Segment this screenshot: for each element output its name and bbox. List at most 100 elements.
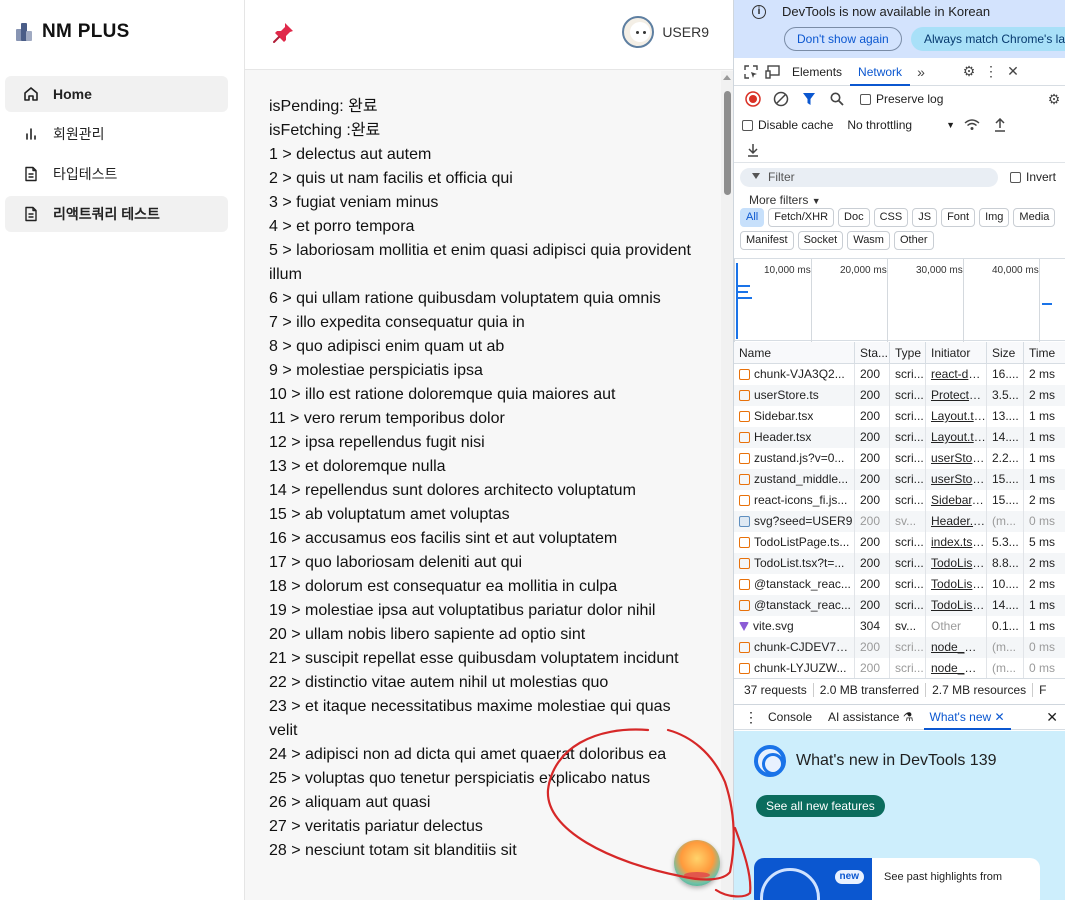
table-row[interactable]: svg?seed=USER9200sv...Header.tsx...(m...… xyxy=(734,511,1065,532)
drawer-close-icon[interactable]: ✕ xyxy=(1046,709,1058,726)
always-match-language-button[interactable]: Always match Chrome's language xyxy=(911,27,1065,51)
gear-icon[interactable]: ⚙ xyxy=(958,61,980,83)
cell-initiator[interactable]: userStore.t... xyxy=(926,448,987,469)
table-row[interactable]: Header.tsx 200scri...Layout.tsx:...14....… xyxy=(734,427,1065,448)
cell-initiator[interactable]: Layout.tsx:... xyxy=(926,406,987,427)
cell-initiator[interactable]: Header.tsx... xyxy=(926,511,987,532)
filter-chip-js[interactable]: JS xyxy=(912,208,938,227)
network-settings-gear-icon[interactable]: ⚙ xyxy=(1043,88,1065,110)
brand[interactable]: NM PLUS xyxy=(0,0,244,64)
invert-checkbox[interactable]: Invert xyxy=(1010,170,1056,184)
cell-name[interactable]: zustand.js?v=0... xyxy=(734,448,855,469)
export-har-download-icon[interactable] xyxy=(742,139,764,161)
table-row[interactable]: react-icons_fi.js... 200 scri... Sidebar.ts… xyxy=(734,490,1065,511)
filter-chip-doc[interactable]: Doc xyxy=(838,208,870,227)
table-row[interactable]: zustand.js?v=0... 200scri...userStore.t..… xyxy=(734,448,1065,469)
cell-name[interactable]: @tanstack_reac... xyxy=(734,595,855,616)
user-menu[interactable]: USER9 xyxy=(622,16,709,48)
column-header-type[interactable]: Type xyxy=(890,342,926,363)
filter-input[interactable]: Filter xyxy=(740,168,998,187)
disable-cache-checkbox[interactable]: Disable cache xyxy=(742,118,833,132)
cell-initiator[interactable]: index.tsx:1... xyxy=(926,532,987,553)
cell-name[interactable]: TodoList.tsx?t=... xyxy=(734,553,855,574)
close-tab-icon[interactable]: ✕ xyxy=(995,710,1005,724)
cell-initiator[interactable]: node_mod... xyxy=(926,637,987,658)
filter-chip-wasm[interactable]: Wasm xyxy=(847,231,890,250)
sidebar-item-react-query-test[interactable]: 리액트쿼리 테스트 xyxy=(5,196,228,232)
column-header-initiator[interactable]: Initiator xyxy=(926,342,987,363)
cell-name[interactable]: react-icons_fi.js... xyxy=(734,490,855,511)
main-scrollbar[interactable] xyxy=(721,71,733,900)
checkbox-box[interactable] xyxy=(742,119,753,131)
cell-initiator[interactable]: react-dom... xyxy=(926,364,987,385)
checkbox-box[interactable] xyxy=(860,93,871,105)
cell-initiator[interactable]: userStore.t... xyxy=(926,469,987,490)
inspect-element-icon[interactable] xyxy=(740,61,762,83)
scroll-up-arrow-icon[interactable] xyxy=(723,75,731,80)
cell-initiator[interactable]: Layout.tsx:... xyxy=(926,427,987,448)
drawer-menu-icon[interactable]: ⋮ xyxy=(744,709,758,726)
filter-chip-other[interactable]: Other xyxy=(893,231,934,250)
cell-name[interactable]: svg?seed=USER9 xyxy=(734,511,855,532)
tab-elements[interactable]: Elements xyxy=(784,58,850,86)
checkbox-box[interactable] xyxy=(1010,171,1021,183)
table-row[interactable]: Sidebar.tsx 200scri...Layout.tsx:...13...… xyxy=(734,406,1065,427)
cell-name[interactable]: userStore.ts xyxy=(734,385,855,406)
filter-chip-img[interactable]: Img xyxy=(979,208,1010,227)
filter-chip-css[interactable]: CSS xyxy=(873,208,909,227)
column-header-name[interactable]: Name xyxy=(734,342,855,363)
column-header-time[interactable]: Time xyxy=(1024,342,1065,363)
cell-name[interactable]: chunk-LYJUZW... xyxy=(734,658,855,678)
highlights-card[interactable]: new See past highlights from xyxy=(754,858,1040,900)
table-row[interactable]: @tanstack_reac... 200scri...TodoListPa...… xyxy=(734,595,1065,616)
table-row[interactable]: chunk-VJA3Q2... 200scri...react-dom...16.… xyxy=(734,364,1065,385)
filter-chip-fetch-xhr[interactable]: Fetch/XHR xyxy=(768,208,835,227)
table-row[interactable]: chunk-LYJUZW... 200scri...node_mod...(m..… xyxy=(734,658,1065,678)
tab-network[interactable]: Network xyxy=(850,58,911,86)
cell-initiator[interactable]: ProtectedR... xyxy=(926,385,987,406)
table-row[interactable]: vite.svg 304 sv... Other 0.1... 1 ms xyxy=(734,616,1065,637)
cell-initiator[interactable]: Other xyxy=(926,616,987,637)
filter-chip-manifest[interactable]: Manifest xyxy=(740,231,794,250)
filter-funnel-icon[interactable] xyxy=(798,88,820,110)
cell-name[interactable]: vite.svg xyxy=(734,616,855,637)
sidebar-item-home[interactable]: Home xyxy=(5,76,228,112)
record-stop-icon[interactable] xyxy=(742,88,764,110)
cell-name[interactable]: zustand_middle... xyxy=(734,469,855,490)
cell-initiator[interactable]: node_mod... xyxy=(926,658,987,678)
drawer-tab-ai-assistance[interactable]: AI assistance ⚗ xyxy=(822,704,919,730)
pin-icon[interactable] xyxy=(271,20,297,46)
throttling-select[interactable]: No throttling ▼ xyxy=(847,118,955,132)
table-row[interactable]: zustand_middle... 200scri...userStore.t..… xyxy=(734,469,1065,490)
network-conditions-wifi-icon[interactable] xyxy=(961,114,983,136)
sidebar-item-members[interactable]: 회원관리 xyxy=(5,116,228,152)
filter-chip-font[interactable]: Font xyxy=(941,208,976,227)
cell-name[interactable]: TodoListPage.ts... xyxy=(734,532,855,553)
see-all-new-features-button[interactable]: See all new features xyxy=(756,795,885,817)
filter-chip-socket[interactable]: Socket xyxy=(797,231,844,250)
kebab-menu-icon[interactable]: ⋮ xyxy=(980,61,1002,83)
cell-initiator[interactable]: Sidebar.tsx... xyxy=(926,490,987,511)
table-row[interactable]: chunk-CJDEV7E...200scri...node_mod...(m.… xyxy=(734,637,1065,658)
drawer-tab-console[interactable]: Console xyxy=(762,704,818,730)
dont-show-again-button[interactable]: Don't show again xyxy=(784,27,902,51)
table-row[interactable]: @tanstack_reac... 200scri...TodoListPa...… xyxy=(734,574,1065,595)
table-row[interactable]: userStore.ts 200scri...ProtectedR...3.5..… xyxy=(734,385,1065,406)
cell-name[interactable]: chunk-VJA3Q2... xyxy=(734,364,855,385)
filter-chip-media[interactable]: Media xyxy=(1013,208,1056,227)
floating-devtools-button[interactable] xyxy=(674,840,720,886)
table-row[interactable]: TodoList.tsx?t=... 200scri...TodoListPa..… xyxy=(734,553,1065,574)
drawer-tab-whats-new[interactable]: What's new ✕ xyxy=(923,704,1011,730)
clear-icon[interactable] xyxy=(770,88,792,110)
cell-name[interactable]: Sidebar.tsx xyxy=(734,406,855,427)
cell-name[interactable]: @tanstack_reac... xyxy=(734,574,855,595)
device-toolbar-icon[interactable] xyxy=(762,61,784,83)
cell-name[interactable]: Header.tsx xyxy=(734,427,855,448)
cell-initiator[interactable]: TodoListPa... xyxy=(926,574,987,595)
sidebar-item-type-test[interactable]: 타입테스트 xyxy=(5,156,228,192)
more-tabs-chevron-icon[interactable]: » xyxy=(910,61,932,83)
cell-name[interactable]: chunk-CJDEV7E... xyxy=(734,637,855,658)
search-icon[interactable] xyxy=(826,88,848,110)
cell-initiator[interactable]: TodoListPa... xyxy=(926,553,987,574)
scrollbar-thumb[interactable] xyxy=(724,91,731,195)
